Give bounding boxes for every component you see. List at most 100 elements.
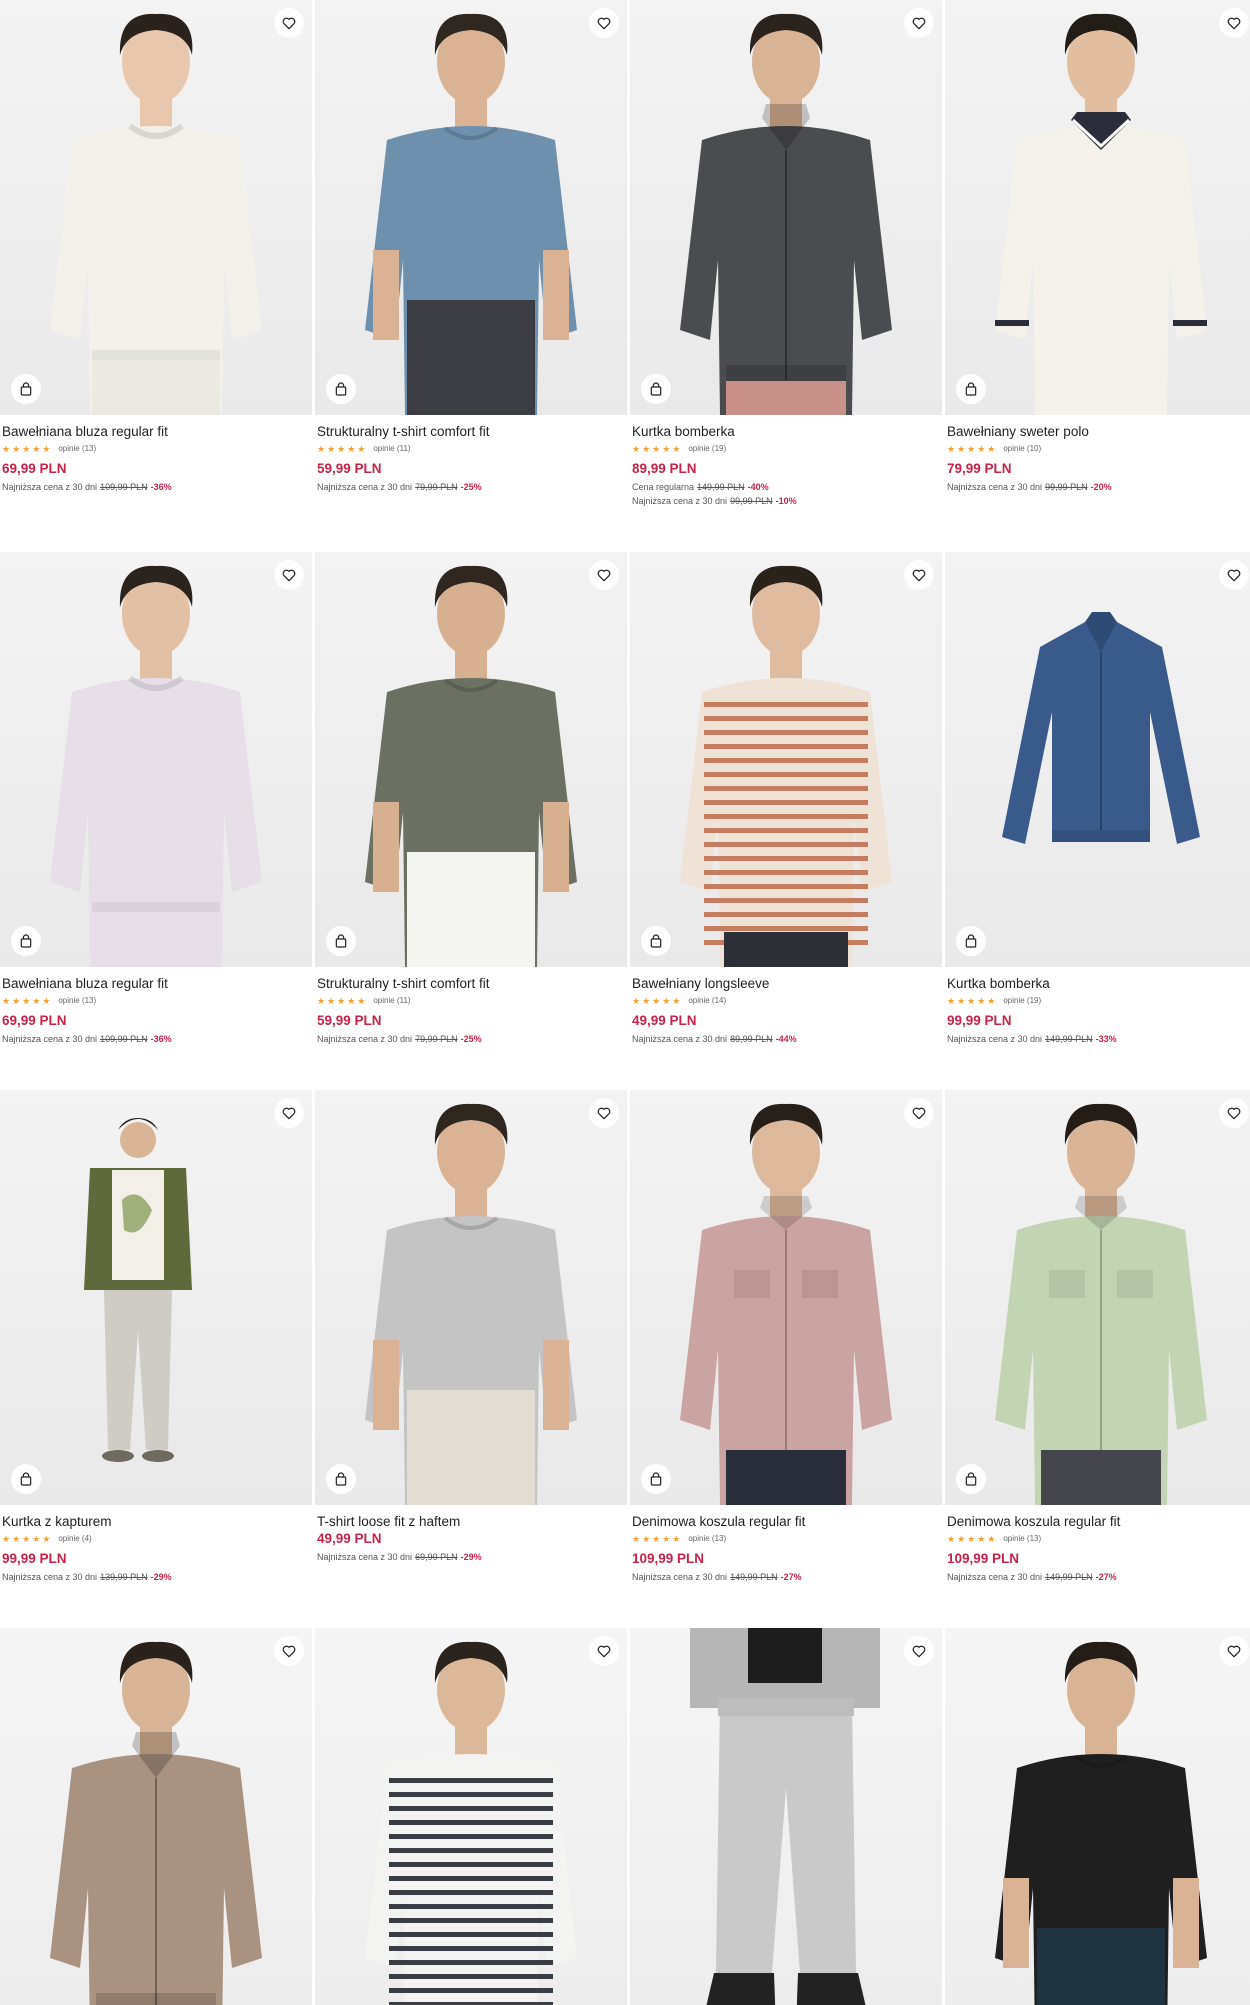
product-card[interactable]: Kurtka z kapturem ★★★★★ opinie (4) 99,99 PL… [0,1090,312,1583]
product-image[interactable] [630,0,942,415]
heart-icon[interactable] [589,560,619,590]
heart-icon[interactable] [1219,8,1249,38]
review-count[interactable]: opinie (10) [1003,444,1041,454]
product-image[interactable] [0,0,312,415]
product-name[interactable]: Strukturalny t-shirt comfort fit [317,423,625,440]
product-card[interactable]: Strukturalny t-shirt comfort fit ★★★★★ opi… [315,552,627,1045]
review-count[interactable]: opinie (14) [688,996,726,1006]
product-name[interactable]: Kurtka z kapturem [2,1513,310,1530]
heart-icon[interactable] [589,8,619,38]
product-card[interactable]: Kurtka bomberka ★★★★★ opinie (19) 89,99 PLN… [630,0,942,507]
star-rating-icon: ★★★★★ [2,444,53,454]
product-image[interactable] [315,552,627,967]
product-name[interactable]: Denimowa koszula regular fit [632,1513,940,1530]
product-card[interactable]: Denimowa koszula regular fit ★★★★★ opinie … [945,1090,1250,1583]
add-to-cart-bag-icon[interactable] [641,1464,671,1494]
add-to-cart-bag-icon[interactable] [956,374,986,404]
price-history-label: Najniższa cena z 30 dni [947,482,1043,492]
product-image[interactable] [945,552,1250,967]
discount-badge: -29% [150,1572,172,1582]
price-history-line: Najniższa cena z 30 dni 99,99 PLN -20% [947,482,1250,493]
review-count[interactable]: opinie (4) [58,1534,91,1544]
add-to-cart-bag-icon[interactable] [641,926,671,956]
product-image[interactable] [630,1090,942,1505]
price-history-line: Najniższa cena z 30 dni 79,99 PLN -25% [317,482,625,493]
product-name[interactable]: Kurtka bomberka [947,975,1250,992]
review-count[interactable]: opinie (13) [688,1534,726,1544]
product-name[interactable]: T-shirt loose fit z haftem [317,1513,625,1530]
add-to-cart-bag-icon[interactable] [641,374,671,404]
heart-icon[interactable] [904,8,934,38]
product-card[interactable]: Denimowa koszula regular fit ★★★★★ opinie … [630,1090,942,1583]
product-card[interactable]: Strukturalny t-shirt comfort fit ★★★★★ opi… [315,0,627,493]
product-card[interactable]: Bawełniana bluza regular fit ★★★★★ opinie … [0,552,312,1045]
add-to-cart-bag-icon[interactable] [326,1464,356,1494]
add-to-cart-bag-icon[interactable] [11,374,41,404]
product-card[interactable] [630,1628,942,2005]
add-to-cart-bag-icon[interactable] [326,374,356,404]
product-image[interactable] [0,552,312,967]
heart-icon[interactable] [1219,1636,1249,1666]
product-price: 109,99 PLN [632,1551,705,1566]
product-name[interactable]: Strukturalny t-shirt comfort fit [317,975,625,992]
product-card[interactable] [0,1628,312,2005]
heart-icon[interactable] [274,8,304,38]
product-card[interactable] [945,1628,1250,2005]
product-image[interactable] [945,1628,1250,2005]
heart-icon[interactable] [1219,560,1249,590]
product-image[interactable] [315,0,627,415]
product-name[interactable]: Kurtka bomberka [632,423,940,440]
star-rating-icon: ★★★★★ [947,1534,998,1544]
add-to-cart-bag-icon[interactable] [956,926,986,956]
add-to-cart-bag-icon[interactable] [11,1464,41,1494]
heart-icon[interactable] [904,1098,934,1128]
heart-icon[interactable] [274,1636,304,1666]
review-count[interactable]: opinie (13) [58,996,96,1006]
review-count[interactable]: opinie (19) [1003,996,1041,1006]
product-rating: ★★★★★ opinie (19) [947,995,1250,1007]
review-count[interactable]: opinie (13) [1003,1534,1041,1544]
price-history-label: Najniższa cena z 30 dni [2,482,98,492]
heart-icon[interactable] [589,1636,619,1666]
review-count[interactable]: opinie (13) [58,444,96,454]
add-to-cart-bag-icon[interactable] [956,1464,986,1494]
heart-icon[interactable] [904,1636,934,1666]
product-card[interactable]: Bawełniany longsleeve ★★★★★ opinie (14) 49,… [630,552,942,1045]
add-to-cart-bag-icon[interactable] [11,926,41,956]
product-name[interactable]: Bawełniany sweter polo [947,423,1250,440]
product-name[interactable]: Bawełniany longsleeve [632,975,940,992]
product-card[interactable]: T-shirt loose fit z haftem 49,99 PLN Najni… [315,1090,627,1563]
star-rating-icon: ★★★★★ [632,444,683,454]
star-rating-icon: ★★★★★ [2,1534,53,1544]
product-card[interactable] [315,1628,627,2005]
product-card[interactable]: Kurtka bomberka ★★★★★ opinie (19) 99,99 PLN… [945,552,1250,1045]
star-rating-icon: ★★★★★ [2,996,53,1006]
product-image[interactable] [945,0,1250,415]
product-price: 89,99 PLN [632,461,697,476]
product-card[interactable]: Bawełniana bluza regular fit ★★★★★ opinie … [0,0,312,493]
product-image[interactable] [315,1090,627,1505]
review-count[interactable]: opinie (11) [373,996,410,1006]
product-info: Bawełniana bluza regular fit ★★★★★ opinie … [0,967,312,1045]
heart-icon[interactable] [274,560,304,590]
product-info: Bawełniany sweter polo ★★★★★ opinie (10) 79… [945,415,1250,493]
heart-icon[interactable] [589,1098,619,1128]
heart-icon[interactable] [1219,1098,1249,1128]
product-image[interactable] [630,552,942,967]
heart-icon[interactable] [274,1098,304,1128]
product-image[interactable] [630,1628,942,2005]
product-info: Kurtka bomberka ★★★★★ opinie (19) 89,99 PLN… [630,415,942,507]
product-image[interactable] [945,1090,1250,1505]
product-name[interactable]: Bawełniana bluza regular fit [2,975,310,992]
product-image[interactable] [0,1090,312,1505]
heart-icon[interactable] [904,560,934,590]
product-name[interactable]: Bawełniana bluza regular fit [2,423,310,440]
product-image[interactable] [315,1628,627,2005]
add-to-cart-bag-icon[interactable] [326,926,356,956]
product-image[interactable] [0,1628,312,2005]
review-count[interactable]: opinie (11) [373,444,410,454]
product-card[interactable]: Bawełniany sweter polo ★★★★★ opinie (10) 79… [945,0,1250,493]
review-count[interactable]: opinie (19) [688,444,726,454]
price-history-line: Najniższa cena z 30 dni 139,99 PLN -29% [2,1572,310,1583]
product-name[interactable]: Denimowa koszula regular fit [947,1513,1250,1530]
